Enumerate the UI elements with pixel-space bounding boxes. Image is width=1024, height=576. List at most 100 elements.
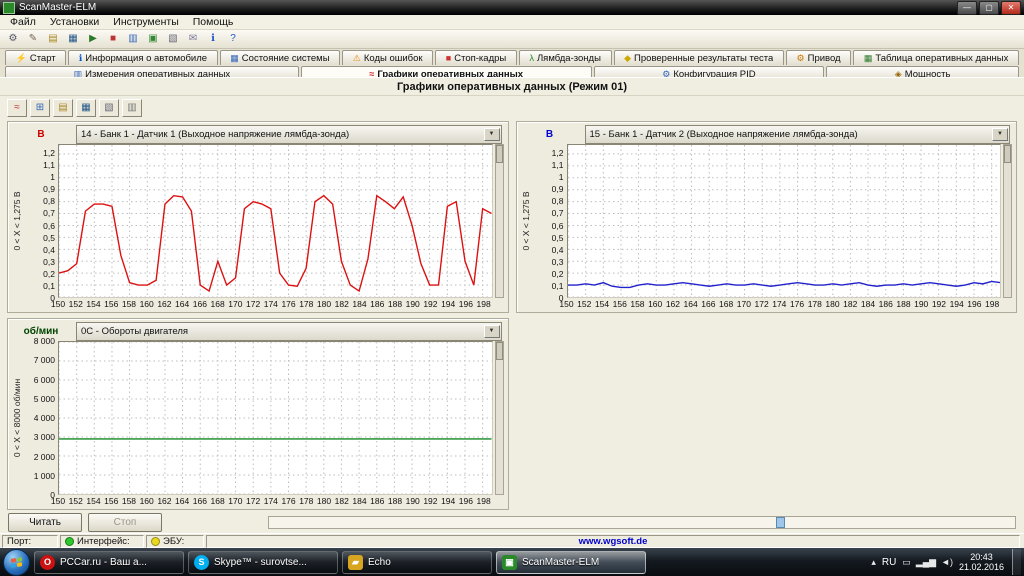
x-tick-label: 164	[175, 299, 189, 309]
volume-icon[interactable]: ◄)	[941, 557, 953, 568]
read-button[interactable]: Читать	[8, 513, 82, 532]
chevron-down-icon[interactable]: ▼	[484, 325, 500, 338]
add-graph-button[interactable]: ≈	[7, 99, 27, 117]
tab[interactable]: ⚠Коды ошибок	[342, 50, 433, 65]
y-unit-label: об/мин	[12, 326, 70, 337]
x-tick-label: 194	[950, 299, 964, 309]
info-button[interactable]: ℹ	[204, 31, 222, 48]
y-tick-label: 0,6	[43, 221, 55, 231]
chart-vertical-scrollbar[interactable]	[495, 144, 504, 298]
y-tick-label: 3 000	[34, 432, 55, 442]
title-bar: ScanMaster-ELM — ▢ ✕	[0, 0, 1024, 15]
website-link[interactable]: www.wgsoft.de	[579, 536, 648, 547]
tab[interactable]: λЛямбда-зонды	[519, 50, 612, 65]
save-icon: ▦	[81, 103, 90, 113]
start-button[interactable]	[3, 549, 30, 576]
x-tick-label: 184	[861, 299, 875, 309]
stop-button[interactable]: Стоп	[88, 513, 162, 532]
help-button[interactable]: ?	[224, 31, 242, 48]
x-tick-label: 150	[51, 496, 65, 506]
tab[interactable]: ⚡Старт	[5, 50, 66, 65]
x-tick-label: 190	[406, 496, 420, 506]
connect-button[interactable]: ▶	[84, 31, 102, 48]
tab[interactable]: ■Стоп-кадры	[435, 50, 517, 65]
info-icon: ℹ	[79, 54, 82, 63]
y-tick-label: 7 000	[34, 355, 55, 365]
save-button[interactable]: ▦	[64, 31, 82, 48]
monitor-button[interactable]: ▥	[124, 31, 142, 48]
pid-select-value: 14 - Банк 1 - Датчик 1 (Выходное напряже…	[81, 129, 484, 140]
y-tick-label: 0,9	[43, 184, 55, 194]
menu-item[interactable]: Файл	[3, 15, 43, 29]
tab-label: Состояние системы	[242, 53, 330, 64]
tab[interactable]: ℹИнформация о автомобиле	[68, 50, 217, 65]
minimize-button[interactable]: —	[957, 1, 977, 15]
taskbar-clock[interactable]: 20:43 21.02.2016	[959, 552, 1004, 573]
disconnect-button[interactable]: ■	[104, 31, 122, 48]
monitor-icon[interactable]: ▭	[902, 557, 911, 568]
pid-select[interactable]: 15 - Банк 1 - Датчик 2 (Выходное напряже…	[585, 125, 1011, 144]
chip-button[interactable]: ▣	[144, 31, 162, 48]
tab-row-1: ⚡СтартℹИнформация о автомобиле▦Состояние…	[0, 49, 1024, 65]
chevron-down-icon[interactable]: ▼	[484, 128, 500, 141]
x-tick-label: 180	[317, 299, 331, 309]
tab[interactable]: ◆Проверенные результаты теста	[614, 50, 784, 65]
network-icon[interactable]: ▂▄▆	[916, 557, 936, 568]
taskbar-button[interactable]: OPCCar.ru - Ваш а...	[34, 551, 184, 574]
taskbar-button[interactable]: ▣ScanMaster-ELM	[496, 551, 646, 574]
x-tick-label: 168	[211, 299, 225, 309]
taskbar-button[interactable]: ▰ Echo	[342, 551, 492, 574]
x-tick-label: 186	[370, 496, 384, 506]
menu-item[interactable]: Инструменты	[106, 15, 185, 29]
chart-vertical-scrollbar[interactable]	[1003, 144, 1012, 298]
show-desktop-button[interactable]	[1012, 549, 1021, 575]
tab[interactable]: ▦Таблица оперативных данных	[853, 50, 1019, 65]
settings-button[interactable]: ⚙	[4, 31, 22, 48]
y-tick-label: 0,5	[552, 233, 564, 243]
y-tick-label: 1,2	[43, 148, 55, 158]
tab[interactable]: ▦Состояние системы	[220, 50, 340, 65]
scrollbar-thumb[interactable]	[496, 342, 503, 360]
x-axis-ticks: 1501521541561581601621641661681701721741…	[567, 298, 1002, 310]
tab[interactable]: ⚙Привод	[786, 50, 851, 65]
y-tick-label: 0,7	[552, 208, 564, 218]
timeline-slider-thumb[interactable]	[776, 517, 785, 528]
language-indicator[interactable]: RU	[882, 557, 896, 568]
task-label: Echo	[368, 557, 391, 568]
maximize-button[interactable]: ▢	[979, 1, 999, 15]
mail-button[interactable]: ✉	[184, 31, 202, 48]
save-button[interactable]: ▦	[76, 99, 96, 117]
copy-button[interactable]: ▥	[122, 99, 142, 117]
scrollbar-thumb[interactable]	[1004, 145, 1011, 163]
timeline-slider[interactable]	[268, 516, 1016, 529]
grid-layout-button[interactable]: ⊞	[30, 99, 50, 117]
hidden-icons-arrow-icon[interactable]: ▴	[871, 557, 876, 568]
y-tick-label: 0,4	[552, 245, 564, 255]
open-button[interactable]: ▤	[44, 31, 62, 48]
taskbar-button[interactable]: SSkype™ - surovtse...	[188, 551, 338, 574]
help-icon: ?	[230, 34, 236, 44]
print-button[interactable]: ▧	[99, 99, 119, 117]
y-tick-label: 1,1	[552, 160, 564, 170]
close-button[interactable]: ✕	[1001, 1, 1021, 15]
add-graph-icon: ≈	[14, 103, 20, 113]
chart-vertical-scrollbar[interactable]	[495, 341, 504, 495]
chevron-down-icon[interactable]: ▼	[992, 128, 1008, 141]
x-tick-label: 186	[879, 299, 893, 309]
pid-select[interactable]: 0C - Обороты двигателя ▼	[76, 322, 502, 341]
x-tick-label: 176	[790, 299, 804, 309]
folder-icon: ▰	[348, 555, 363, 570]
pid-select-value: 15 - Банк 1 - Датчик 2 (Выходное напряже…	[590, 129, 993, 140]
open-button[interactable]: ▤	[53, 99, 73, 117]
menu-item[interactable]: Установки	[43, 15, 106, 29]
x-tick-label: 158	[122, 496, 136, 506]
menu-item[interactable]: Помощь	[186, 15, 241, 29]
printer-button[interactable]: ▧	[164, 31, 182, 48]
x-tick-label: 180	[317, 496, 331, 506]
tab-label: Коды ошибок	[364, 53, 423, 64]
ecu-status-panel: ЭБУ:	[146, 535, 204, 548]
edit-button[interactable]: ✎	[24, 31, 42, 48]
scrollbar-thumb[interactable]	[496, 145, 503, 163]
x-tick-label: 166	[193, 299, 207, 309]
pid-select[interactable]: 14 - Банк 1 - Датчик 1 (Выходное напряже…	[76, 125, 502, 144]
